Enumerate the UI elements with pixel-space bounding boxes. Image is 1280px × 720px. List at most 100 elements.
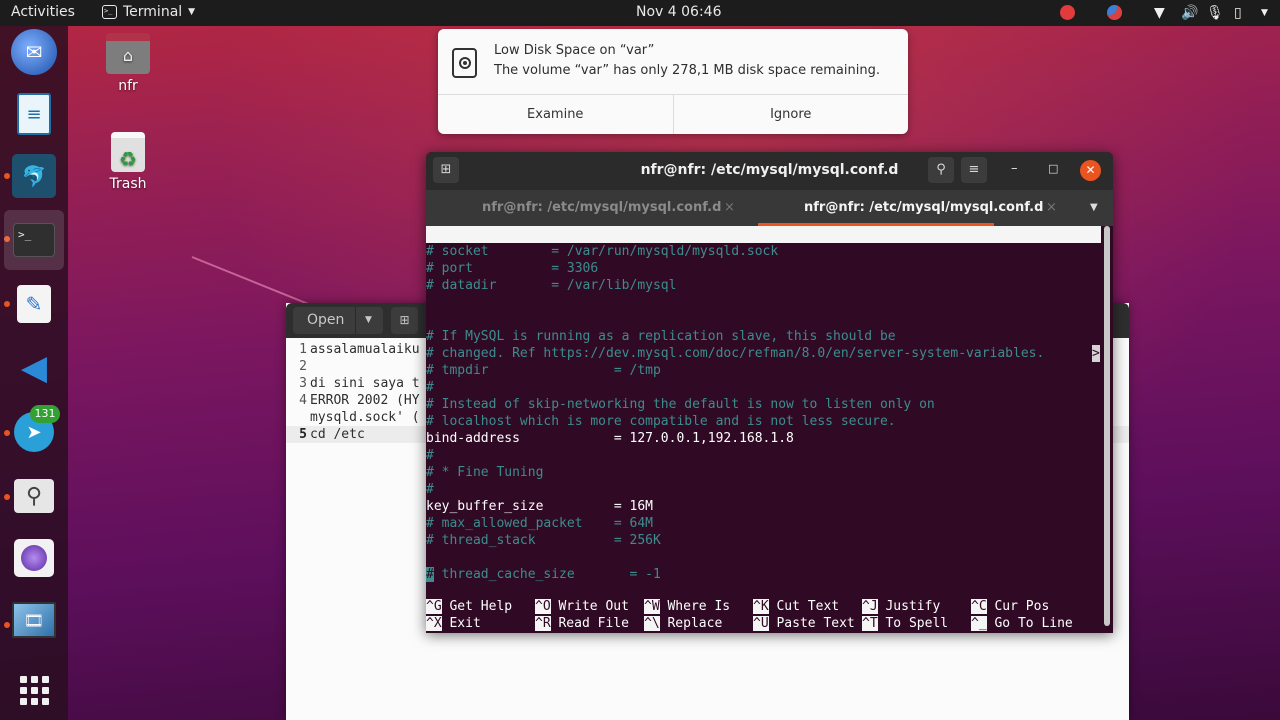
scrollbar[interactable]: [1104, 226, 1110, 626]
editor-line: assalamualaiku: [310, 342, 420, 357]
tab-bar: nfr@nfr: /etc/mysql/mysql.conf.d × nfr@n…: [426, 190, 1113, 226]
nano-line: bind-address = 127.0.0.1,192.168.1.8: [426, 431, 794, 446]
tab-terminal-2[interactable]: nfr@nfr: /etc/mysql/mysql.conf.d ×: [756, 190, 1086, 226]
shortcut-key: ^G: [426, 599, 442, 614]
nano-shortcut[interactable]: ^K Cut Text: [753, 598, 839, 615]
nano-shortcut[interactable]: ^J Justify: [862, 598, 940, 615]
nano-editor[interactable]: GNU nano 4.8 mysqld.cnf # socket = /var/…: [426, 226, 1101, 633]
dock-item-text-editor[interactable]: ✎: [10, 280, 58, 328]
terminal-titlebar[interactable]: ⊞ nfr@nfr: /etc/mysql/mysql.conf.d ⚲ ≡ –…: [426, 152, 1113, 190]
dock-item-mysql-workbench[interactable]: 🐬: [10, 152, 58, 200]
nano-shortcut[interactable]: ^\ Replace: [644, 615, 722, 632]
shortcut-label: To Spell: [885, 616, 949, 631]
nano-shortcut[interactable]: ^W Where Is: [644, 598, 730, 615]
shortcut-key: ^\: [644, 616, 660, 631]
dock-item-vscode[interactable]: ◀: [10, 344, 58, 392]
search-icon[interactable]: ⚲: [928, 157, 954, 183]
dock-item-terminal[interactable]: >_: [4, 210, 64, 270]
examine-button[interactable]: Examine: [438, 95, 673, 134]
nano-line: # localhost which is more compatible and…: [426, 414, 896, 429]
camera-icon: [14, 539, 54, 577]
nano-shortcut[interactable]: ^U Paste Text: [753, 615, 855, 632]
nano-line: # tmpdir = /tmp: [426, 363, 661, 378]
dock-item-image-viewer[interactable]: ⚲: [10, 472, 58, 520]
window-title: nfr@nfr: /etc/mysql/mysql.conf.d: [640, 162, 899, 178]
wifi-icon[interactable]: ▼: [1154, 5, 1165, 21]
pencil-icon: ✎: [17, 285, 51, 323]
disk-icon: [452, 48, 477, 78]
nano-shortcut[interactable]: ^O Write Out: [535, 598, 629, 615]
shortcut-label: Write Out: [558, 599, 629, 614]
mail-icon: ✉: [11, 29, 57, 75]
shortcut-key: ^R: [535, 616, 551, 631]
close-tab-icon[interactable]: ×: [724, 190, 735, 226]
editor-line: ERROR 2002 (HY: [310, 393, 420, 408]
microphone-icon[interactable]: 🎙: [1206, 5, 1224, 21]
low-disk-notification: Low Disk Space on “var” The volume “var”…: [438, 29, 908, 134]
notification-title: Low Disk Space on “var”: [494, 43, 655, 58]
dock-item-thunderbird[interactable]: ✉: [10, 28, 58, 76]
clock[interactable]: Nov 4 06:46: [636, 4, 721, 20]
top-bar: Activities >_ Terminal ▼ Nov 4 06:46 ▼ 🔊…: [0, 0, 1280, 26]
nano-line: # Instead of skip-networking the default…: [426, 397, 935, 412]
new-tab-icon[interactable]: ⊞: [391, 307, 418, 334]
desktop-icon-home[interactable]: ⌂ nfr: [88, 33, 168, 94]
app-menu-label: Terminal: [123, 4, 183, 20]
nano-line: # * Fine Tuning: [426, 465, 544, 480]
activities-button[interactable]: Activities: [11, 4, 75, 20]
maximize-icon[interactable]: □: [1048, 162, 1058, 175]
open-button-label: Open: [307, 312, 345, 328]
shortcut-label: Justify: [885, 599, 941, 614]
tab-terminal-1[interactable]: nfr@nfr: /etc/mysql/mysql.conf.d ×: [426, 190, 756, 226]
shortcut-label: Get Help: [449, 599, 513, 614]
ignore-button[interactable]: Ignore: [672, 95, 909, 134]
chevron-down-icon: ▼: [188, 7, 196, 17]
show-applications-button[interactable]: [10, 666, 58, 714]
minimize-icon[interactable]: –: [1011, 161, 1018, 176]
vscode-icon: ◀: [20, 348, 48, 388]
shortcut-key: ^T: [862, 616, 878, 631]
nano-line: # port = 3306: [426, 261, 599, 276]
magnifier-icon: ⚲: [14, 479, 54, 513]
desktop-icon-trash[interactable]: ♻ Trash: [88, 132, 168, 192]
nano-shortcut[interactable]: ^_ Go To Line: [971, 615, 1073, 632]
shortcut-label: Go To Line: [994, 616, 1073, 631]
chevron-down-icon[interactable]: ▼: [365, 307, 372, 334]
nano-shortcut[interactable]: ^R Read File: [535, 615, 629, 632]
nano-line: # thread_cache_size = -1: [426, 567, 661, 582]
tab-list-chevron-icon[interactable]: ▼: [1090, 202, 1098, 213]
line-number: 5: [299, 427, 307, 442]
app-menu[interactable]: >_ Terminal ▼: [102, 4, 195, 20]
nano-line: #: [426, 448, 434, 463]
desktop-icon-label: nfr: [118, 78, 138, 94]
terminal-icon: >_: [102, 5, 117, 19]
nano-shortcut[interactable]: ^X Exit: [426, 615, 481, 632]
battery-icon[interactable]: ▯: [1234, 5, 1242, 21]
red-indicator-icon[interactable]: [1060, 5, 1075, 20]
chrome-remote-icon[interactable]: [1107, 5, 1122, 20]
hamburger-menu-icon[interactable]: ≡: [961, 157, 987, 183]
nano-shortcut[interactable]: ^T To Spell: [862, 615, 948, 632]
open-button[interactable]: Open ▼: [293, 307, 383, 334]
shortcut-label: Where Is: [667, 599, 731, 614]
dock: ✉ ≡ 🐬 >_ ✎ ◀ ➤ 131 ⚲ 🎞: [0, 26, 68, 720]
nano-line: #: [426, 380, 434, 395]
shortcut-key: ^K: [753, 599, 769, 614]
close-tab-icon[interactable]: ×: [1046, 190, 1057, 226]
terminal-window[interactable]: ⊞ nfr@nfr: /etc/mysql/mysql.conf.d ⚲ ≡ –…: [426, 152, 1113, 633]
nano-line: # thread_stack = 256K: [426, 533, 661, 548]
nano-shortcut[interactable]: ^C Cur Pos: [971, 598, 1049, 615]
nano-line: # max_allowed_packet = 64M: [426, 516, 653, 531]
dock-item-cheese[interactable]: [10, 534, 58, 582]
dock-item-writer[interactable]: ≡: [10, 90, 58, 138]
system-menu-arrow-icon[interactable]: ▼: [1261, 8, 1268, 18]
nano-shortcut[interactable]: ^G Get Help: [426, 598, 512, 615]
line-number: 2: [299, 359, 307, 374]
dock-item-screen-recorder[interactable]: 🎞: [10, 596, 58, 644]
volume-icon[interactable]: 🔊: [1181, 5, 1198, 21]
editor-line: mysqld.sock' (: [310, 410, 420, 425]
close-icon[interactable]: ✕: [1080, 160, 1101, 181]
home-folder-icon: ⌂: [106, 33, 150, 74]
dolphin-icon: 🐬: [12, 154, 56, 198]
nano-header: GNU nano 4.8 mysqld.cnf: [426, 226, 1101, 276]
